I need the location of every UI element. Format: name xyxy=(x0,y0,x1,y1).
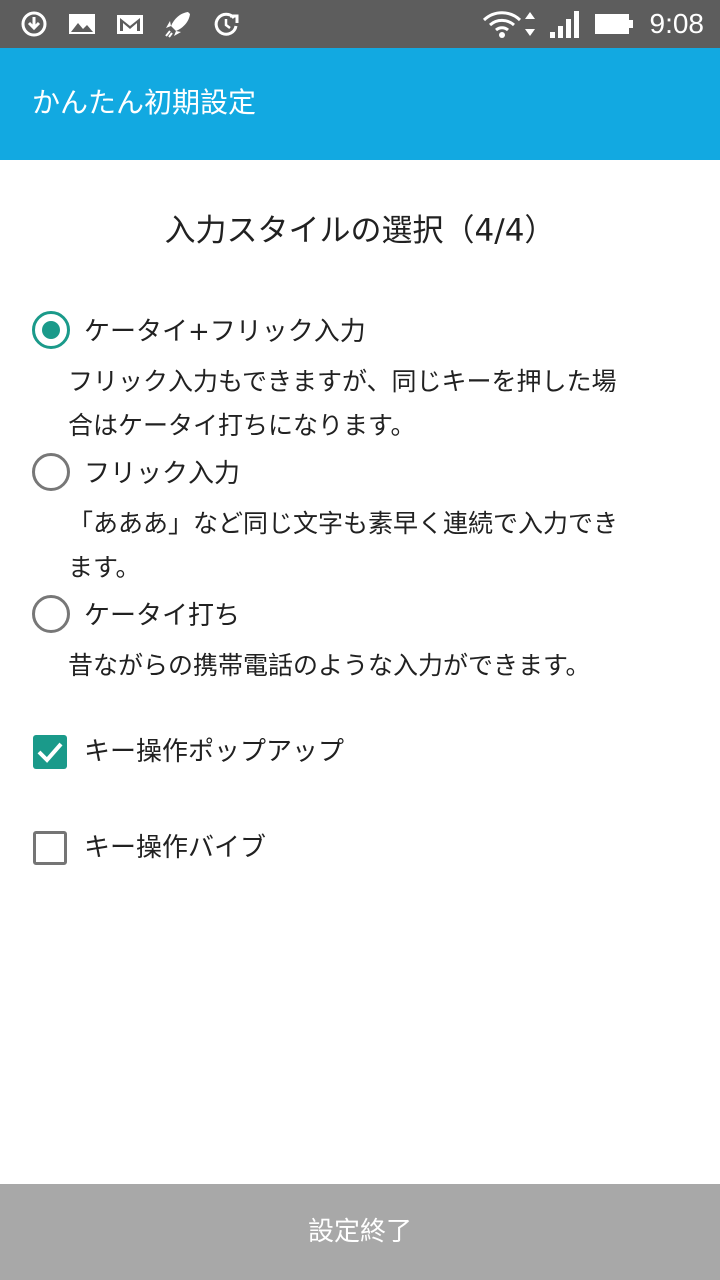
radio-button[interactable] xyxy=(32,595,70,633)
rocket-icon xyxy=(162,8,194,40)
radio-button[interactable] xyxy=(32,453,70,491)
option-description: フリック入力もできますが、同じキーを押した場 合はケータイ打ちになります。 xyxy=(68,360,668,448)
checkbox-unchecked[interactable] xyxy=(33,831,67,865)
option-label: ケータイ打ち xyxy=(84,601,241,631)
sync-icon xyxy=(210,8,242,40)
option-description-line: 合はケータイ打ちになります。 xyxy=(68,411,416,440)
option-description: 「あああ」など同じ文字も素早く連続で入力でき ます。 xyxy=(68,502,668,590)
clock-time: 9:08 xyxy=(649,8,705,39)
data-arrows-icon xyxy=(522,8,538,40)
option-label: フリック入力 xyxy=(84,459,241,489)
battery-icon xyxy=(594,8,634,40)
image-icon xyxy=(66,8,98,40)
app-title: かんたん初期設定 xyxy=(32,86,257,119)
wifi-icon xyxy=(482,8,522,40)
checkbox-label: キー操作バイブ xyxy=(84,833,267,863)
checkmark-icon xyxy=(37,742,63,763)
option-label: ケータイ+フリック入力 xyxy=(84,317,366,347)
signal-icon xyxy=(548,8,580,40)
option-description-line: ます。 xyxy=(68,553,141,582)
radio-button-selected[interactable] xyxy=(32,311,70,349)
page-title: 入力スタイルの選択（4/4） xyxy=(164,213,556,249)
finish-setup-button[interactable]: 設定終了 xyxy=(0,1184,720,1280)
checkbox-label: キー操作ポップアップ xyxy=(84,737,345,767)
gmail-icon xyxy=(114,8,146,40)
app-bar: かんたん初期設定 xyxy=(0,48,720,160)
status-bar: 9:08 xyxy=(0,0,720,48)
option-description-line: 「あああ」など同じ文字も素早く連続で入力でき xyxy=(68,509,619,538)
download-icon xyxy=(18,8,50,40)
option-description: 昔ながらの携帯電話のような入力ができます。 xyxy=(68,644,668,688)
option-description-line: 昔ながらの携帯電話のような入力ができます。 xyxy=(68,651,591,680)
option-description-line: フリック入力もできますが、同じキーを押した場 xyxy=(68,367,617,396)
checkbox-checked[interactable] xyxy=(33,735,67,769)
